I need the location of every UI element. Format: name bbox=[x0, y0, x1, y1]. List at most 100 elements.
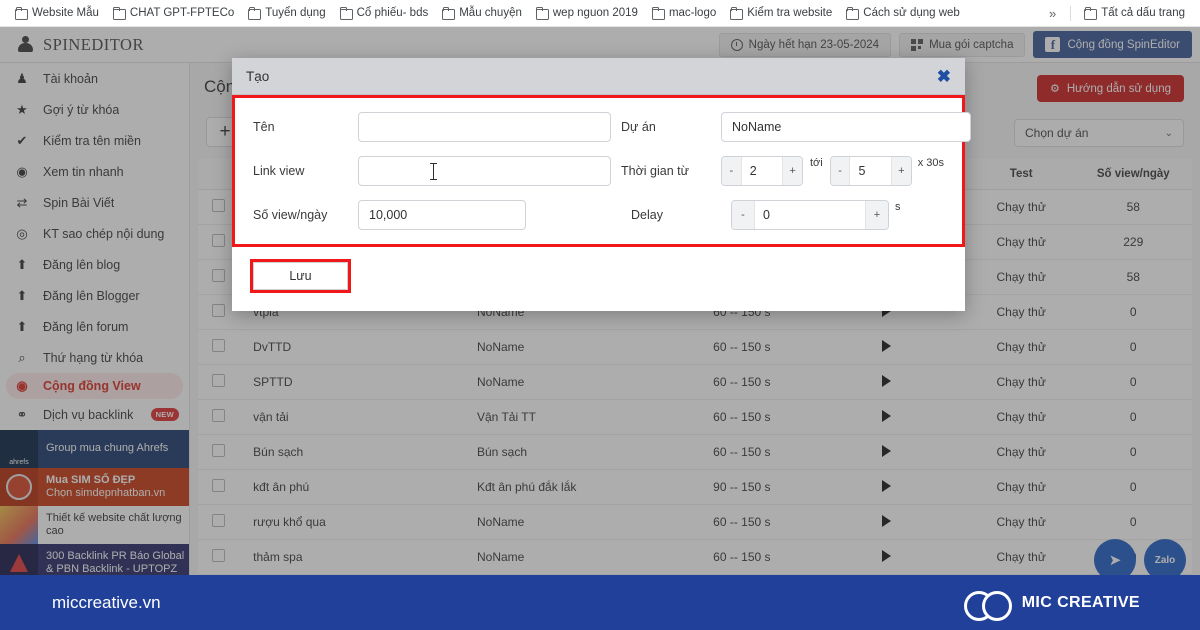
row-run-cell[interactable] bbox=[875, 434, 968, 470]
linkview-input[interactable] bbox=[358, 156, 611, 186]
save-button[interactable]: Lưu bbox=[253, 262, 348, 290]
checkbox-icon[interactable] bbox=[212, 269, 226, 282]
sidebar-item-thu-hang-tu-khoa[interactable]: ⌕ Thứ hạng từ khóa bbox=[0, 342, 189, 373]
views-input[interactable]: 10,000 bbox=[358, 200, 526, 230]
checkbox-icon[interactable] bbox=[212, 409, 226, 422]
all-bookmarks-item[interactable]: Tất cả dấu trang bbox=[1077, 4, 1192, 22]
checkbox-icon[interactable] bbox=[212, 444, 226, 457]
bookmark-item[interactable]: CHAT GPT-FPTECo bbox=[106, 4, 241, 22]
minus-icon[interactable]: - bbox=[830, 157, 850, 185]
sidebar-item-tai-khoan[interactable]: ♟ Tài khoản bbox=[0, 63, 189, 94]
row-test[interactable]: Chạy thử bbox=[967, 294, 1075, 330]
zalo-fab[interactable]: Zalo bbox=[1144, 539, 1186, 575]
time-to-value[interactable]: 5 bbox=[849, 157, 892, 185]
row-test[interactable]: Chạy thử bbox=[967, 399, 1075, 435]
row-test[interactable]: Chạy thử bbox=[967, 539, 1075, 575]
checkbox-icon[interactable] bbox=[212, 479, 226, 492]
bookmark-item[interactable]: Kiểm tra website bbox=[723, 4, 839, 22]
play-icon[interactable] bbox=[881, 549, 891, 562]
row-checkbox-cell[interactable] bbox=[198, 469, 240, 505]
row-test[interactable]: Chạy thử bbox=[967, 364, 1075, 400]
play-icon[interactable] bbox=[881, 479, 891, 492]
row-checkbox-cell[interactable] bbox=[198, 504, 240, 540]
bookmark-item[interactable]: Mẫu chuyện bbox=[435, 4, 529, 22]
messenger-fab[interactable]: ➤ bbox=[1094, 539, 1136, 575]
table-row[interactable]: Bún sạch Bún sạch 60 -- 150 s Chạy thử 0 bbox=[198, 434, 1192, 470]
row-test[interactable]: Chạy thử bbox=[967, 504, 1075, 540]
bookmark-item[interactable]: Website Mẫu bbox=[8, 4, 106, 22]
delay-value[interactable]: 0 bbox=[754, 201, 866, 229]
delay-stepper[interactable]: - 0 + bbox=[731, 200, 889, 230]
play-icon[interactable] bbox=[881, 374, 891, 387]
row-test[interactable]: Chạy thử bbox=[967, 224, 1075, 260]
time-from-value[interactable]: 2 bbox=[740, 157, 784, 185]
checkbox-icon[interactable] bbox=[212, 304, 226, 317]
play-icon[interactable] bbox=[881, 444, 891, 457]
sidebar-ad-website[interactable]: Thiết kế website chất lượng cao bbox=[0, 506, 189, 544]
row-run-cell[interactable] bbox=[875, 364, 968, 400]
sidebar-ad-ahrefs[interactable]: ahrefs Group mua chung Ahrefs bbox=[0, 430, 189, 468]
plus-icon[interactable]: + bbox=[891, 157, 911, 185]
row-run-cell[interactable] bbox=[875, 469, 968, 505]
sidebar-ad-sim[interactable]: Mua SIM SỐ ĐẸP Chọn simdepnhatban.vn bbox=[0, 468, 189, 506]
checkbox-icon[interactable] bbox=[212, 199, 226, 212]
bookmark-item[interactable]: Cách sử dụng web bbox=[839, 4, 967, 22]
close-icon[interactable]: ✖ bbox=[937, 68, 951, 85]
row-test[interactable]: Chạy thử bbox=[967, 189, 1075, 225]
sidebar-item-dang-len-forum[interactable]: ⬆ Đăng lên forum bbox=[0, 311, 189, 342]
checkbox-icon[interactable] bbox=[212, 339, 226, 352]
sidebar-item-spin-bai-viet[interactable]: ⇄ Spin Bài Viết bbox=[0, 187, 189, 218]
plus-icon[interactable]: + bbox=[783, 157, 802, 185]
table-row[interactable]: rượu khổ qua NoName 60 -- 150 s Chạy thử… bbox=[198, 504, 1192, 540]
row-test[interactable]: Chạy thử bbox=[967, 259, 1075, 295]
row-run-cell[interactable] bbox=[875, 329, 968, 365]
minus-icon[interactable]: - bbox=[722, 157, 741, 185]
bookmark-item[interactable]: mac-logo bbox=[645, 4, 723, 22]
sidebar-item-xem-tin-nhanh[interactable]: ◉ Xem tin nhanh bbox=[0, 156, 189, 187]
row-test[interactable]: Chạy thử bbox=[967, 469, 1075, 505]
play-icon[interactable] bbox=[881, 409, 891, 422]
row-checkbox-cell[interactable] bbox=[198, 364, 240, 400]
row-checkbox-cell[interactable] bbox=[198, 399, 240, 435]
table-row[interactable]: vận tải Vận Tải TT 60 -- 150 s Chạy thử … bbox=[198, 399, 1192, 435]
table-row[interactable]: SPTTD NoName 60 -- 150 s Chạy thử 0 bbox=[198, 364, 1192, 400]
time-from-stepper[interactable]: - 2 + bbox=[721, 156, 803, 186]
name-input[interactable] bbox=[358, 112, 611, 142]
row-run-cell[interactable] bbox=[875, 539, 968, 575]
bookmark-item[interactable]: Tuyển dụng bbox=[241, 4, 332, 22]
guide-button[interactable]: ⚙ Hướng dẫn sử dụng bbox=[1036, 75, 1184, 102]
sidebar-item-dang-len-blog[interactable]: ⬆ Đăng lên blog bbox=[0, 249, 189, 280]
sidebar-ad-uptopz[interactable]: 300 Backlink PR Báo Global & PBN Backlin… bbox=[0, 544, 189, 575]
facebook-community-button[interactable]: f Cộng đồng SpinEditor bbox=[1033, 31, 1192, 58]
bookmark-item[interactable]: Cổ phiếu- bds bbox=[333, 4, 436, 22]
minus-icon[interactable]: - bbox=[732, 201, 754, 229]
sidebar-item-cong-dong-view[interactable]: ◉ Cộng đồng View bbox=[6, 373, 183, 399]
sidebar-item-dang-len-blogger[interactable]: ⬆ Đăng lên Blogger bbox=[0, 280, 189, 311]
sidebar-item-kt-sao-chep-noi-dung[interactable]: ◎ KT sao chép nội dung bbox=[0, 218, 189, 249]
play-icon[interactable] bbox=[881, 514, 891, 527]
expiry-chip[interactable]: Ngày hết hạn 23-05-2024 bbox=[718, 32, 892, 57]
row-test[interactable]: Chạy thử bbox=[967, 329, 1075, 365]
table-row[interactable]: DvTTD NoName 60 -- 150 s Chạy thử 0 bbox=[198, 329, 1192, 365]
bookmark-overflow-icon[interactable]: » bbox=[1041, 3, 1064, 24]
time-to-stepper[interactable]: - 5 + bbox=[829, 156, 912, 186]
buy-captcha-button[interactable]: Mua gói captcha bbox=[899, 32, 1026, 57]
sidebar-item-dich-vu-backlink[interactable]: ⚭ Dịch vụ backlink NEW bbox=[0, 399, 189, 430]
checkbox-icon[interactable] bbox=[212, 234, 226, 247]
sidebar-item-kiem-tra-ten-mien[interactable]: ✔ Kiểm tra tên miền bbox=[0, 125, 189, 156]
project-select[interactable]: Chọn dự án ⌄ bbox=[1014, 119, 1184, 147]
checkbox-icon[interactable] bbox=[212, 549, 226, 562]
row-run-cell[interactable] bbox=[875, 504, 968, 540]
sidebar-item-goi-y-tu-khoa[interactable]: ★ Gợi ý từ khóa bbox=[0, 94, 189, 125]
table-row[interactable]: thảm spa NoName 60 -- 150 s Chạy thử 0 bbox=[198, 539, 1192, 575]
table-row[interactable]: kđt ân phú Kđt ân phú đắk lắk 90 -- 150 … bbox=[198, 469, 1192, 505]
plus-icon[interactable]: + bbox=[866, 201, 888, 229]
project-input[interactable]: NoName bbox=[721, 112, 971, 142]
row-checkbox-cell[interactable] bbox=[198, 434, 240, 470]
row-run-cell[interactable] bbox=[875, 399, 968, 435]
checkbox-icon[interactable] bbox=[212, 514, 226, 527]
row-test[interactable]: Chạy thử bbox=[967, 434, 1075, 470]
bookmark-item[interactable]: wep nguon 2019 bbox=[529, 4, 645, 22]
play-icon[interactable] bbox=[881, 339, 891, 352]
row-checkbox-cell[interactable] bbox=[198, 329, 240, 365]
